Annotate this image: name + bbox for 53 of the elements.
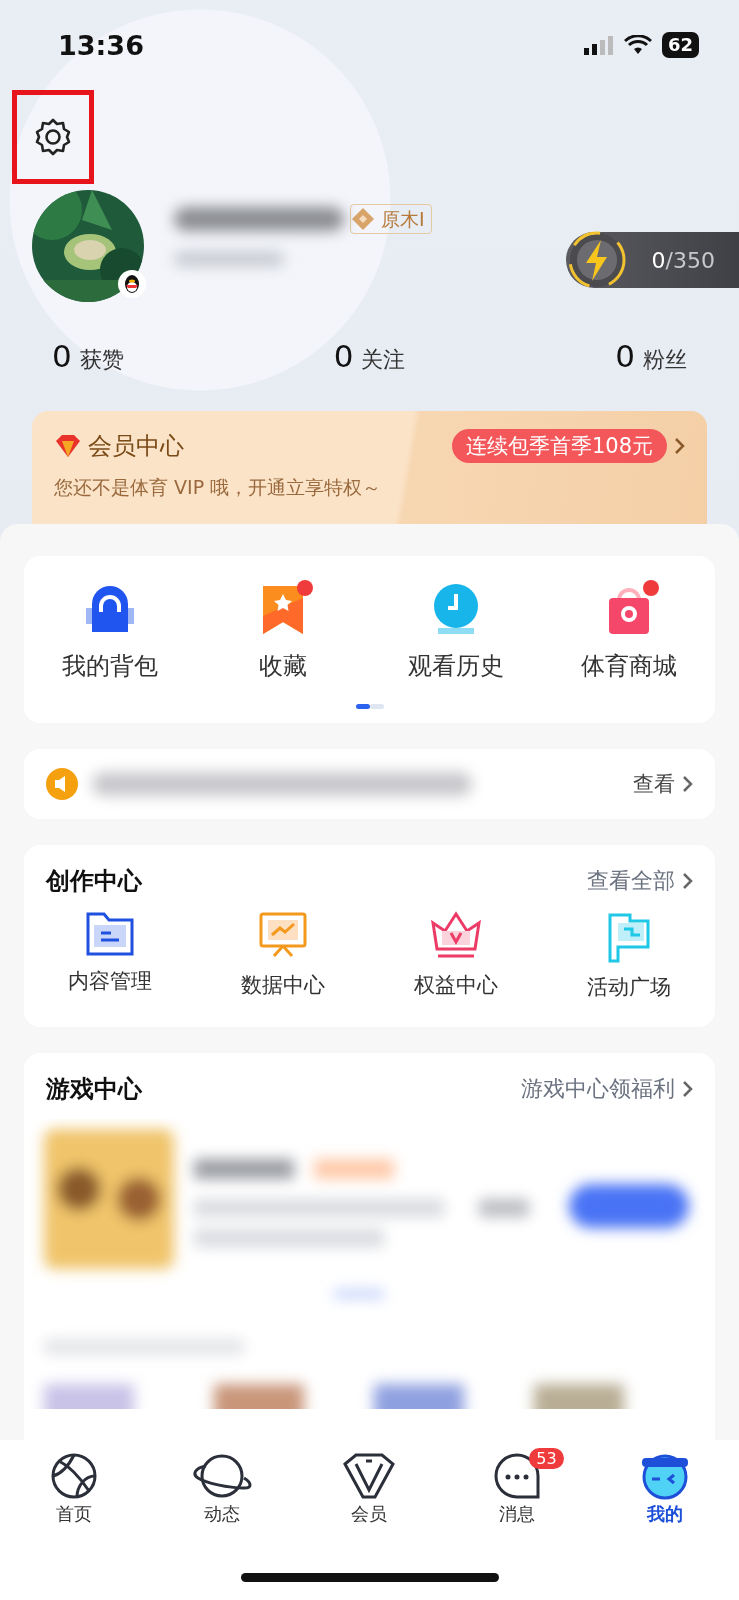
stat-label[interactable]: 粉丝 xyxy=(643,344,687,375)
tab-item[interactable]: 动态 xyxy=(147,1452,296,1526)
view-link[interactable]: 查看 xyxy=(633,770,693,798)
folder-icon xyxy=(85,911,136,957)
chevron-icon xyxy=(673,437,685,455)
member-title: 会员中心 xyxy=(88,431,184,462)
shortcut-label[interactable]: 收藏 xyxy=(259,650,308,682)
penguin-icon xyxy=(118,270,146,298)
crown-icon xyxy=(429,911,482,961)
view-all-link[interactable]: 查看全部 xyxy=(587,866,693,896)
wifi-icon xyxy=(623,35,652,55)
section-title: 创作中心 xyxy=(46,866,142,897)
creation-label[interactable]: 内容管理 xyxy=(68,967,153,995)
creation-label[interactable]: 权益中心 xyxy=(413,971,498,999)
gem-icon xyxy=(54,433,82,459)
stat-count[interactable]: 0 xyxy=(615,337,635,374)
planet-icon xyxy=(191,1452,252,1500)
status-time: 13:36 xyxy=(58,29,144,61)
basketball-icon xyxy=(49,1452,98,1500)
bookmark-star-icon xyxy=(261,584,306,636)
section-title: 游戏中心 xyxy=(46,1074,142,1105)
member-banner[interactable]: 会员中心 连续包季首季108元 您还不是体育 VIP 哦，开通立享特权～ xyxy=(32,411,707,524)
chevron-icon xyxy=(681,872,693,890)
stat-label[interactable]: 获赞 xyxy=(79,344,124,375)
signal-icon xyxy=(583,35,614,55)
notice-bar[interactable]: 查看 xyxy=(24,749,715,819)
stat-count[interactable]: 0 xyxy=(52,337,72,374)
level-badge: 原木I xyxy=(350,204,432,234)
member-subtitle: 您还不是体育 VIP 哦，开通立享特权～ xyxy=(54,475,383,500)
stat-count[interactable]: 0 xyxy=(333,337,354,374)
chevron-icon xyxy=(681,775,693,793)
creation-label[interactable]: 数据中心 xyxy=(241,971,326,999)
stat-label[interactable]: 关注 xyxy=(361,344,406,375)
creation-label[interactable]: 活动广场 xyxy=(586,973,671,1001)
energy-pill[interactable]: 0/350 xyxy=(565,232,739,288)
diamond-rank-icon xyxy=(351,207,375,231)
chevron-icon xyxy=(681,1080,693,1098)
tab-item[interactable]: 会员 xyxy=(295,1452,444,1526)
tab-item[interactable]: 我的 xyxy=(591,1452,739,1526)
unread-badge: 53 xyxy=(529,1448,564,1469)
settings-icon[interactable] xyxy=(33,117,73,157)
clock-icon xyxy=(431,584,480,636)
battery-level: 62 xyxy=(661,32,699,58)
shortcut-label[interactable]: 观看历史 xyxy=(407,650,504,682)
tab-item[interactable]: 首页 xyxy=(0,1452,148,1526)
speaker-icon xyxy=(46,768,78,800)
shortcut-label[interactable]: 我的背包 xyxy=(62,650,159,682)
energy-count: 0/350 xyxy=(651,247,715,273)
diamond-icon xyxy=(342,1452,397,1500)
benefits-link[interactable]: 游戏中心领福利 xyxy=(521,1074,693,1104)
mascot-face-icon xyxy=(640,1452,691,1500)
lightning-coin-icon xyxy=(567,231,626,289)
shortcut-label[interactable]: 体育商城 xyxy=(580,650,677,682)
